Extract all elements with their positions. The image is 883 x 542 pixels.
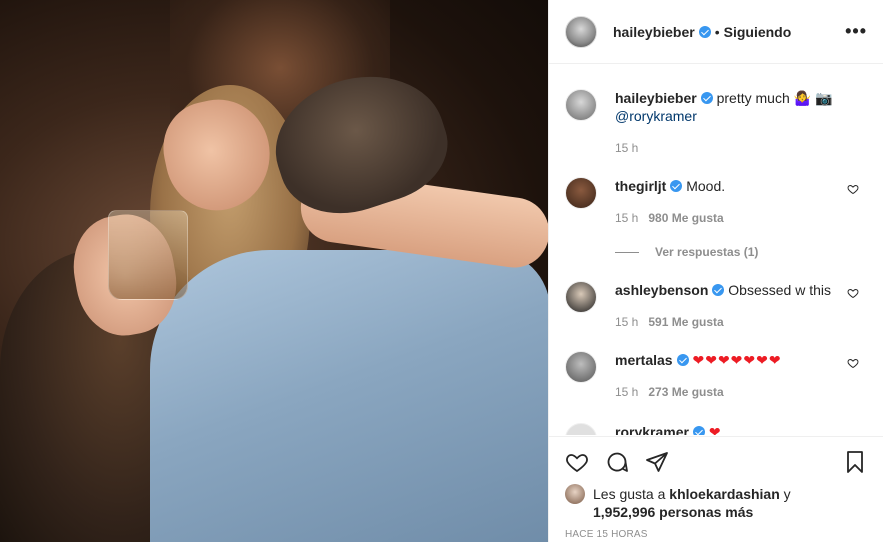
comment: mertalas ❤❤❤❤❤❤❤ 15 h 273 Me gusta [565,351,867,401]
commenter-username[interactable]: thegirljt [615,178,666,194]
comment-icon[interactable] [605,450,629,474]
verified-icon [676,354,689,366]
liker-username[interactable]: khloekardashian [669,486,780,502]
like-comment-icon[interactable] [847,287,859,299]
denim-jacket [150,250,548,542]
comment-likes[interactable]: 591 Me gusta [648,315,723,329]
likes-count[interactable]: 1,952,996 personas más [593,504,753,520]
comment-time[interactable]: 15 h [615,315,638,329]
liker-avatar[interactable] [565,484,585,504]
comment-text: ❤❤❤❤❤❤❤ [692,352,782,368]
author-username[interactable]: haileybieber [613,24,695,40]
heart-icon[interactable] [565,450,589,474]
comment: rorykramer ❤ [565,423,867,435]
author-avatar[interactable] [565,89,597,121]
like-comment-icon[interactable] [847,183,859,195]
commenter-avatar[interactable] [565,281,597,313]
caption-time[interactable]: 15 h [615,139,867,157]
author-avatar[interactable] [565,15,597,48]
comment: ashleybenson Obsessed w this 15 h 591 Me … [565,281,867,331]
commenter-avatar[interactable] [565,177,597,209]
caption-username[interactable]: haileybieber [615,90,697,106]
commenter-username[interactable]: ashleybenson [615,282,708,298]
comment-time[interactable]: 15 h [615,211,638,225]
comment: thegirljt Mood. 15 h 980 Me gusta [565,177,867,227]
caption-mention[interactable]: @rorykramer [615,108,697,124]
comment-likes[interactable]: 980 Me gusta [648,211,723,225]
caption: haileybieber pretty much 🤷‍♀️ 📷 @rorykra… [565,89,867,157]
more-options-icon[interactable]: ••• [845,21,867,42]
post-header: haileybieber • Siguiendo ••• [549,0,883,64]
verified-icon [712,284,725,296]
verified-icon [692,426,705,435]
comment-time[interactable]: 15 h [615,385,638,399]
commenter-avatar[interactable] [565,423,597,435]
commenter-avatar[interactable] [565,351,597,383]
comment-text: Obsessed w this [728,282,831,298]
comment-likes[interactable]: 273 Me gusta [648,385,723,399]
likes-summary: Les gusta a khloekardashian y 1,952,996 … [565,484,867,521]
bookmark-icon[interactable] [843,450,867,474]
caption-text: pretty much 🤷‍♀️ 📷 [716,90,833,106]
comment-text: ❤ [708,424,722,435]
post-photo[interactable] [0,0,548,542]
verified-icon [670,180,683,192]
view-replies-button[interactable]: Ver respuestas (1) [615,245,867,259]
post-timestamp[interactable]: HACE 15 HORAS [565,529,867,540]
comments-list[interactable]: haileybieber pretty much 🤷‍♀️ 📷 @rorykra… [549,65,883,435]
verified-icon [698,25,711,38]
post-side-panel: haileybieber • Siguiendo ••• haileybiebe… [548,0,883,542]
separator-dot: • [714,23,720,40]
view-replies-label: Ver respuestas (1) [655,245,759,259]
share-icon[interactable] [645,450,669,474]
comment-text: Mood. [686,178,726,194]
commenter-username[interactable]: rorykramer [615,424,689,435]
post-actions: Les gusta a khloekardashian y 1,952,996 … [549,436,883,540]
likes-prefix: Les gusta a [593,486,666,502]
commenter-username[interactable]: mertalas [615,352,673,368]
likes-joiner: y [783,486,791,502]
following-button[interactable]: Siguiendo [724,24,792,40]
verified-icon [700,92,713,104]
drink-glass [108,210,188,300]
like-comment-icon[interactable] [847,357,859,369]
